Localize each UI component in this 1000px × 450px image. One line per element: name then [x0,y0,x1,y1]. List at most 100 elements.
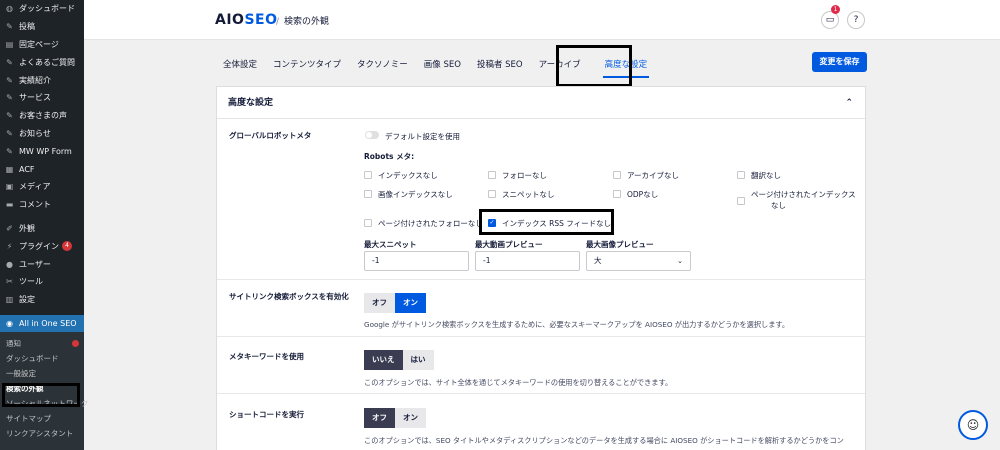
submenu-sitemaps[interactable]: サイトマップ [0,411,84,426]
meta-keywords-label: メタキーワードを使用 [229,352,304,361]
tab-content-types[interactable]: コンテンツタイプ [273,50,341,78]
media-icon: ▣ [5,182,14,192]
tool-icon: ✂ [6,277,13,287]
wp-menu-label: MW WP Form [19,146,72,156]
max-image-preview-select[interactable]: 大 ⌄ [586,251,691,271]
save-changes-button[interactable]: 変更を保存 [812,52,867,72]
submenu-link-assistant[interactable]: リンクアシスタント [0,426,84,441]
submenu-general-settings[interactable]: 一般設定 [0,366,84,381]
wp-menu-item[interactable]: ◍ ダッシュボード [0,0,84,18]
wp-menu-item[interactable]: ● ユーザー [0,255,84,273]
sitelinks-label: サイトリンク検索ボックスを有効化 [229,292,349,301]
robots-meta-sublabel: Robots メタ: [364,152,415,161]
wp-menu-item[interactable]: ✎ サービス [0,89,84,107]
wp-menu-item[interactable]: ▬ コメント [0,196,84,214]
chevron-down-icon: ⌄ [677,257,683,265]
pin-icon: ✎ [6,22,13,32]
wp-menu-label: ACF [19,164,35,174]
wp-menu-label: プラグイン [19,241,59,251]
shortcodes-toggle: オフ オン [364,408,426,428]
wp-menu-label: 設定 [19,295,35,305]
plugin-update-badge: 4 [62,241,72,252]
wp-menu-item[interactable]: ▥ 設定 [0,291,84,309]
wp-menu-item[interactable]: ✎ 実績紹介 [0,71,84,89]
aioseo-header: AIOSEO / 検索の外観 ▭ 1 ? [84,0,1000,40]
shortcodes-on-option[interactable]: オン [395,408,426,428]
meta-keywords-toggle: いいえ はい [364,350,434,370]
sitelinks-help: Google がサイトリンク検索ボックスを生成するために、必要なスキーマークアッ… [364,320,790,329]
max-snippet-label: 最大スニペット [364,240,417,249]
wp-menu-item[interactable]: ✎ お客さまの声 [0,107,84,125]
wp-menu-label: お客さまの声 [19,111,67,121]
pin-icon: ✎ [6,57,13,67]
mascot-help-icon[interactable]: ☺ [958,410,988,440]
wp-menu-label: メディア [19,182,51,192]
wp-menu-item[interactable]: ◉ All in One SEO [0,314,84,333]
submenu-notices[interactable]: 通知 [0,336,84,351]
aioseo-logo[interactable]: AIOSEO [215,12,278,28]
wp-menu-item[interactable]: ✎ MW WP Form [0,142,84,160]
checkbox-noodp[interactable]: ODPなし [613,189,658,200]
appearance-icon: ✐ [6,223,13,233]
wp-menu-item[interactable]: ✂ ツール [0,273,84,291]
submenu-dashboard[interactable]: ダッシュボード [0,351,84,366]
app-root: ◍ ダッシュボード ✎ 投稿 ▤ 固定ページ ✎ よくあるご質問 ✎ 実績紹介 ✎ サービス ✎ お客さま… [0,0,1000,450]
checkbox-noindex[interactable]: インデックスなし [364,170,438,181]
wp-menu-list: ◍ ダッシュボード ✎ 投稿 ▤ 固定ページ ✎ よくあるご質問 ✎ 実績紹介 ✎ サービス ✎ お客さま… [0,0,84,333]
wp-menu-item[interactable]: ✎ お知らせ [0,125,84,143]
meta-keywords-yes-option[interactable]: はい [402,350,434,370]
help-icon[interactable]: ? [847,11,865,29]
wp-menu-item[interactable]: ▤ 固定ページ [0,36,84,54]
pin-icon: ✎ [6,75,13,85]
wp-menu-item[interactable]: ✐ 外観 [0,220,84,238]
shortcodes-label: ショートコードを実行 [229,410,304,419]
chevron-up-icon[interactable]: ⌃ [845,87,853,119]
wp-menu-label: ダッシュボード [19,4,75,14]
default-settings-label: デフォルト設定を使用 [385,132,460,141]
checkbox-noindex-paginated[interactable]: ページ付けされたインデックス なし [737,189,856,211]
max-video-preview-input[interactable]: -1 [475,251,580,271]
aioseo-icon: ◉ [6,318,13,328]
max-snippet-input[interactable]: -1 [364,251,469,271]
checkbox-noimageindex[interactable]: 画像インデックスなし [364,189,453,200]
max-video-preview-label: 最大動画プレビュー [475,240,543,249]
tab-taxonomies[interactable]: タクソノミー [357,50,408,78]
card-title: 高度な設定 [228,98,274,108]
wp-menu-item[interactable]: ▦ ACF [0,160,84,178]
meta-keywords-no-option[interactable]: いいえ [364,350,403,370]
wp-menu-label: ユーザー [19,259,51,269]
card-header[interactable]: 高度な設定 ⌃ [217,87,865,119]
plugin-icon: ⚡ [6,241,13,251]
checkbox-nofollow-paginated[interactable]: ページ付けされたフォローなし [364,218,483,229]
checkbox-noarchive[interactable]: アーカイブなし [613,170,679,181]
wp-menu-label: よくあるご質問 [19,57,75,67]
pin-icon: ✎ [6,93,13,103]
default-settings-toggle[interactable] [365,131,379,139]
checkbox-nosnippet[interactable]: スニペットなし [488,189,555,200]
tab-image-seo[interactable]: 画像 SEO [424,50,461,78]
breadcrumb: / 検索の外観 [276,14,329,27]
tab-general[interactable]: 全体設定 [223,50,257,78]
wp-menu-item[interactable]: ▣ メディア [0,178,84,196]
wp-menu-label: コメント [19,200,51,210]
page-title: 検索の外観 [284,17,330,27]
submenu-highlight-box [2,383,80,407]
tab-author-seo[interactable]: 投稿者 SEO [477,50,523,78]
shortcodes-off-option[interactable]: オフ [364,408,395,428]
wp-menu-item[interactable]: ✎ 投稿 [0,18,84,36]
pin-icon: ✎ [6,146,13,156]
sitelinks-on-option[interactable]: オン [395,293,426,313]
wp-menu-item[interactable]: ⚡ プラグイン 4 [0,237,84,255]
notice-dot-icon [72,340,79,348]
checkbox-nofollow[interactable]: フォローなし [488,170,547,181]
checkbox-notranslate[interactable]: 翻訳なし [737,170,781,181]
sitelinks-off-option[interactable]: オフ [364,293,395,313]
sitelinks-toggle: オフ オン [364,293,426,313]
acf-icon: ▦ [5,164,14,174]
wp-menu-label: 固定ページ [19,39,59,49]
comment-icon: ▬ [5,200,14,210]
pin-icon: ✎ [6,111,13,121]
wp-menu-label: 実績紹介 [19,75,51,85]
shortcodes-help: このオプションでは、SEO タイトルやメタディスクリプションなどのデータを生成す… [364,436,844,445]
wp-menu-item[interactable]: ✎ よくあるご質問 [0,53,84,71]
